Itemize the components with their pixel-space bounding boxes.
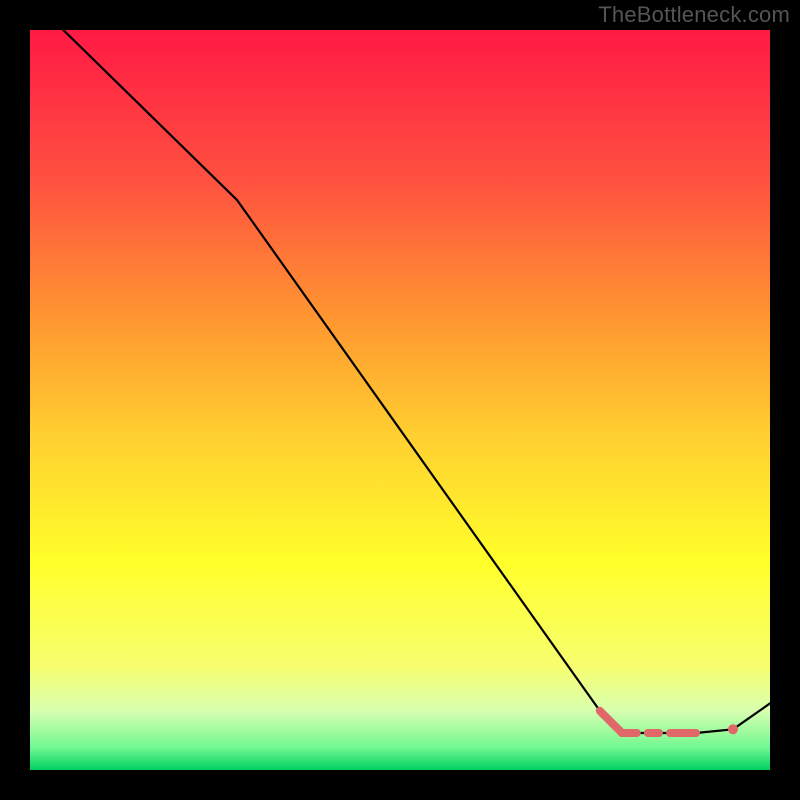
gradient-background bbox=[30, 30, 770, 770]
chart-container: TheBottleneck.com bbox=[0, 0, 800, 800]
chart-svg bbox=[30, 30, 770, 770]
highlight-point bbox=[728, 724, 738, 734]
plot-area bbox=[30, 30, 770, 770]
watermark-text: TheBottleneck.com bbox=[598, 2, 790, 28]
